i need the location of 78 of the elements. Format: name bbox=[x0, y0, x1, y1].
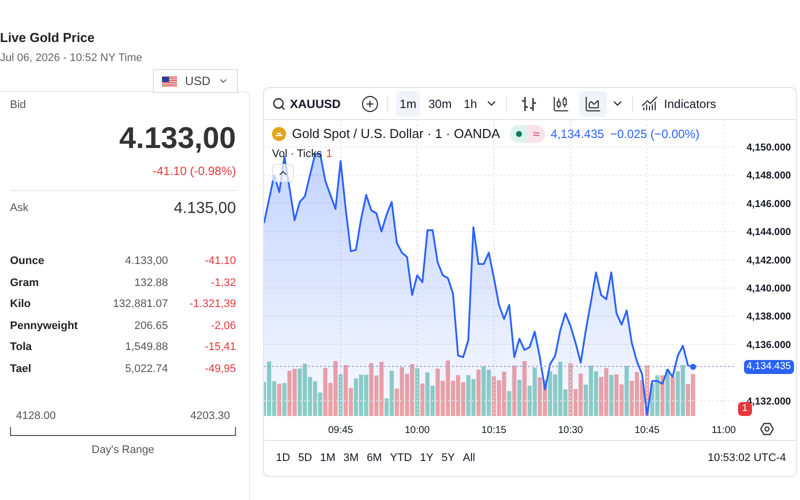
unit-name: Tael bbox=[10, 362, 32, 376]
unit-price: 5,022.74 bbox=[124, 362, 168, 376]
unit-price: 132,881.07 bbox=[112, 297, 168, 312]
currency-dropdown[interactable]: USD bbox=[153, 69, 238, 93]
unit-name: Kilo bbox=[10, 297, 32, 312]
volume-value: 1 bbox=[326, 146, 332, 162]
unit-change: -1,32 bbox=[210, 276, 236, 290]
bid-price: 4.133,00 bbox=[119, 122, 236, 156]
unit-change: -15,41 bbox=[204, 340, 236, 355]
price-axis-label: 4,142.000 bbox=[746, 255, 791, 266]
flag-icon bbox=[162, 76, 178, 86]
time-axis-label: 10:30 bbox=[558, 425, 583, 436]
settings-icon[interactable] bbox=[760, 422, 774, 436]
chart-style-button[interactable] bbox=[579, 90, 608, 116]
add-symbol-icon[interactable] bbox=[360, 94, 379, 112]
ask-price: 4.135,00 bbox=[174, 198, 236, 218]
area-chart-icon bbox=[584, 94, 602, 112]
interval-tab[interactable]: 1m bbox=[396, 90, 420, 116]
timestamp: Jul 06, 2026 - 10:52 NY Time bbox=[0, 51, 144, 65]
price-axis-label: 4,148.000 bbox=[746, 170, 791, 182]
unit-price: 132.88 bbox=[133, 276, 168, 290]
price-axis-label: 4,140.000 bbox=[746, 283, 791, 294]
range-button[interactable]: 1M bbox=[316, 448, 340, 468]
unit-change: -1.321,39 bbox=[188, 297, 236, 312]
current-price-label: 4,134.435 bbox=[744, 360, 794, 374]
price-axis-label: 4,138.000 bbox=[746, 312, 791, 323]
unit-name: Gram bbox=[10, 276, 40, 290]
time-axis-label: 10:15 bbox=[481, 425, 506, 436]
time-axis-label: 10:00 bbox=[404, 425, 430, 436]
clock: 10:53:02 UTC-4 bbox=[708, 451, 787, 466]
range-button[interactable]: 5D bbox=[294, 448, 316, 468]
time-axis-label: 10:45 bbox=[634, 425, 660, 436]
candlestick-icon bbox=[552, 94, 570, 112]
time-axis-label: 09:45 bbox=[328, 425, 354, 436]
symbol-search[interactable]: XAUUSD bbox=[270, 94, 343, 112]
price-change-text: −0.025 (−0.00%) bbox=[610, 126, 700, 143]
range-button[interactable]: YTD bbox=[386, 448, 416, 468]
unit-name: Ounce bbox=[10, 254, 46, 269]
range-button[interactable]: 3M bbox=[339, 448, 363, 468]
unit-name: Pennyweight bbox=[10, 318, 79, 334]
unit-price: 1,549.88 bbox=[124, 340, 168, 355]
unit-name: Tola bbox=[10, 340, 33, 355]
coin-icon bbox=[272, 126, 286, 141]
unit-change: -49,95 bbox=[204, 362, 236, 376]
indicators-icon bbox=[641, 95, 658, 112]
collapse-button[interactable] bbox=[272, 164, 294, 182]
price-axis-label: 4,136.000 bbox=[746, 340, 791, 351]
bid-change: -41.10 (-0.98%) bbox=[152, 162, 236, 180]
range-low: 4128.00 bbox=[16, 408, 56, 424]
range-button[interactable]: 6M bbox=[362, 448, 386, 468]
range-button[interactable]: 1D bbox=[272, 448, 294, 468]
unit-price: 206.65 bbox=[133, 318, 168, 334]
range-high: 4203.30 bbox=[190, 408, 230, 424]
range-button[interactable]: 1Y bbox=[416, 448, 438, 468]
time-axis-label: 11:00 bbox=[712, 425, 736, 436]
ask-label: Ask bbox=[10, 201, 28, 216]
symbol-title: Gold Spot / U.S. Dollar · 1 · OANDA bbox=[292, 125, 500, 143]
range-button[interactable]: All bbox=[458, 448, 480, 468]
last-price-text: 4,134.435 bbox=[550, 126, 604, 143]
indicators-button[interactable]: Indicators bbox=[641, 94, 716, 112]
data-delay-text: ≈ bbox=[528, 124, 545, 143]
unit-change: -41.10 bbox=[204, 254, 236, 269]
price-axis-label: 4,144.000 bbox=[746, 227, 791, 238]
price-axis-label: 4,146.000 bbox=[746, 198, 791, 210]
interval-tab[interactable]: 30m bbox=[424, 90, 456, 116]
unit-price: 4.133,00 bbox=[124, 254, 168, 269]
page-title: Live Gold Price bbox=[0, 29, 96, 47]
bid-label: Bid bbox=[10, 98, 27, 113]
search-icon bbox=[272, 96, 286, 110]
volume-label: Vol · Ticks bbox=[272, 146, 322, 162]
bars-chart-icon bbox=[520, 94, 538, 112]
range-button[interactable]: 5Y bbox=[437, 448, 459, 468]
alert-badge: 1 bbox=[738, 402, 752, 416]
price-axis-label: 4,150.000 bbox=[746, 142, 791, 154]
range-label: Day's Range bbox=[92, 443, 154, 458]
last-price-dot bbox=[690, 364, 696, 370]
unit-change: -2,06 bbox=[210, 318, 236, 334]
interval-tab[interactable]: 1h bbox=[460, 90, 482, 116]
